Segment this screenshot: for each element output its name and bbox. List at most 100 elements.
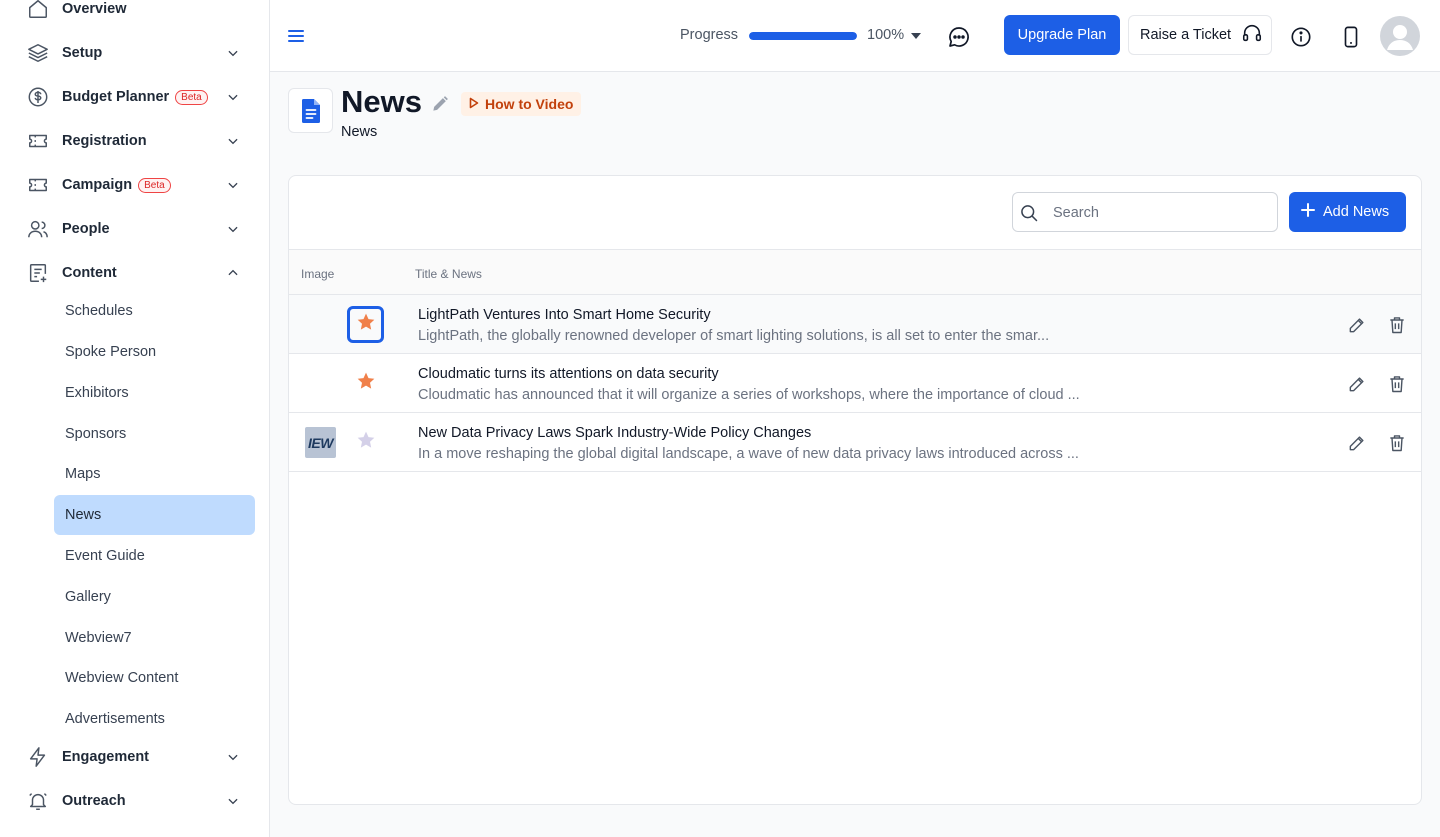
page-subtitle: News xyxy=(341,124,378,140)
sidebar-item-overview[interactable]: Overview xyxy=(0,0,269,27)
sidebar-item-label: People xyxy=(62,221,110,237)
sidebar-item-outreach[interactable]: Outreach xyxy=(0,783,269,819)
search-input[interactable] xyxy=(1053,201,1263,225)
sidebar-subitem-news[interactable]: News xyxy=(54,495,255,535)
hamburger-menu-icon[interactable] xyxy=(284,24,308,48)
add-news-label: Add News xyxy=(1323,204,1390,220)
news-title: New Data Privacy Laws Spark Industry-Wid… xyxy=(418,425,812,441)
sidebar-subitem-webview7[interactable]: Webview7 xyxy=(54,618,255,658)
sidebar-subitem-webview-content[interactable]: Webview Content xyxy=(54,658,255,698)
trash-icon[interactable] xyxy=(1386,314,1408,336)
avatar[interactable] xyxy=(1380,16,1420,56)
sidebar-item-label: Outreach xyxy=(62,793,126,809)
how-to-video-label: How to Video xyxy=(485,96,574,112)
news-title: LightPath Ventures Into Smart Home Secur… xyxy=(418,307,711,323)
news-title: Cloudmatic turns its attentions on data … xyxy=(418,366,719,382)
search-icon xyxy=(1019,203,1039,223)
edit-pencil-icon[interactable] xyxy=(1346,373,1368,395)
info-icon[interactable] xyxy=(1289,25,1313,49)
home-icon xyxy=(26,0,50,21)
chevron-down-icon xyxy=(224,176,242,194)
sidebar-subitem-exhibitors[interactable]: Exhibitors xyxy=(54,373,255,413)
progress-bar-fill xyxy=(749,32,857,40)
star-icon xyxy=(356,371,376,396)
progress-label: Progress xyxy=(680,27,739,43)
play-icon xyxy=(469,96,479,112)
chevron-down-icon xyxy=(224,792,242,810)
sidebar-item-registration[interactable]: Registration xyxy=(0,123,269,159)
chevron-down-icon xyxy=(224,88,242,106)
content-icon xyxy=(26,261,50,285)
top-bar: Progress 100% Upgrade Plan Raise a Ticke… xyxy=(270,0,1440,72)
sidebar-subitem-maps[interactable]: Maps xyxy=(54,454,255,494)
sidebar-item-label: Registration xyxy=(62,133,147,149)
sidebar-subitem-spoke-person[interactable]: Spoke Person xyxy=(54,332,255,372)
edit-pencil-icon[interactable] xyxy=(1346,432,1368,454)
sidebar-item-budget-planner[interactable]: Budget Planner Beta xyxy=(0,79,269,115)
news-thumbnail: IEW xyxy=(305,427,336,458)
table-row[interactable]: LightPath Ventures Into Smart Home Secur… xyxy=(289,295,1421,354)
featured-star-button[interactable] xyxy=(347,365,384,402)
plus-icon xyxy=(1301,203,1315,221)
ticket-icon xyxy=(26,129,50,153)
sidebar-item-label: Budget Planner xyxy=(62,89,170,105)
sidebar-subitem-schedules[interactable]: Schedules xyxy=(54,291,255,331)
sidebar-subitem-sponsors[interactable]: Sponsors xyxy=(54,414,255,454)
document-icon xyxy=(288,88,333,133)
news-description: LightPath, the globally renowned develop… xyxy=(418,328,1050,344)
sidebar-item-engagement[interactable]: Engagement xyxy=(0,739,269,775)
dollar-circle-icon xyxy=(26,85,50,109)
sidebar-item-label: Engagement xyxy=(62,749,150,765)
sidebar-subitem-advertisements[interactable]: Advertisements xyxy=(54,699,255,739)
sidebar-item-content[interactable]: Content xyxy=(0,255,269,291)
featured-star-button[interactable] xyxy=(347,306,384,343)
chevron-down-icon xyxy=(224,748,242,766)
users-icon xyxy=(26,217,50,241)
sidebar-item-setup[interactable]: Setup xyxy=(0,35,269,71)
add-news-button[interactable]: Add News xyxy=(1289,192,1406,232)
sidebar-item-label: Campaign xyxy=(62,177,133,193)
sidebar-item-people[interactable]: People xyxy=(0,211,269,247)
table-row[interactable]: IEW New Data Privacy Laws Spark Industry… xyxy=(289,413,1421,472)
layers-icon xyxy=(26,41,50,65)
star-icon xyxy=(356,430,376,455)
progress-value: 100% xyxy=(867,27,905,43)
table-row[interactable]: Cloudmatic turns its attentions on data … xyxy=(289,354,1421,413)
chevron-down-icon xyxy=(224,132,242,150)
sidebar-subitem-gallery[interactable]: Gallery xyxy=(54,577,255,617)
edit-pencil-icon[interactable] xyxy=(1346,314,1368,336)
trash-icon[interactable] xyxy=(1386,432,1408,454)
bolt-icon xyxy=(26,745,50,769)
sidebar-item-label: Content xyxy=(62,265,117,281)
column-header-title: Title & News xyxy=(415,267,482,281)
how-to-video-button[interactable]: How to Video xyxy=(461,92,582,116)
chevron-down-icon xyxy=(224,220,242,238)
sidebar: Overview Setup Budget Planner Beta Regis… xyxy=(0,0,270,837)
trash-icon[interactable] xyxy=(1386,373,1408,395)
progress-bar xyxy=(749,32,857,40)
table-header: Image Title & News xyxy=(289,249,1421,295)
chevron-down-icon xyxy=(224,44,242,62)
upgrade-plan-button[interactable]: Upgrade Plan xyxy=(1004,15,1120,55)
sidebar-subitem-event-guide[interactable]: Event Guide xyxy=(54,536,255,576)
sidebar-item-campaign[interactable]: Campaign Beta xyxy=(0,167,269,203)
raise-ticket-label: Raise a Ticket xyxy=(1140,27,1232,43)
page-title: News xyxy=(341,84,422,119)
chevron-up-icon xyxy=(224,264,242,282)
news-description: Cloudmatic has announced that it will or… xyxy=(418,387,1080,403)
sidebar-item-label: Setup xyxy=(62,45,103,61)
search-box[interactable] xyxy=(1012,192,1278,232)
featured-star-button[interactable] xyxy=(347,424,384,461)
headset-icon xyxy=(1241,22,1263,48)
ticket-icon xyxy=(26,173,50,197)
bell-icon xyxy=(26,789,50,813)
star-icon xyxy=(356,312,376,337)
mobile-phone-icon[interactable] xyxy=(1339,25,1363,49)
chat-bubble-icon[interactable] xyxy=(946,24,972,50)
sidebar-item-label: Overview xyxy=(62,1,127,17)
pencil-icon[interactable] xyxy=(430,94,450,114)
raise-ticket-button[interactable]: Raise a Ticket xyxy=(1128,15,1272,55)
news-card: Add News Image Title & News LightPath Ve… xyxy=(288,175,1422,805)
caret-down-icon[interactable] xyxy=(911,32,921,40)
column-header-image: Image xyxy=(301,267,335,281)
